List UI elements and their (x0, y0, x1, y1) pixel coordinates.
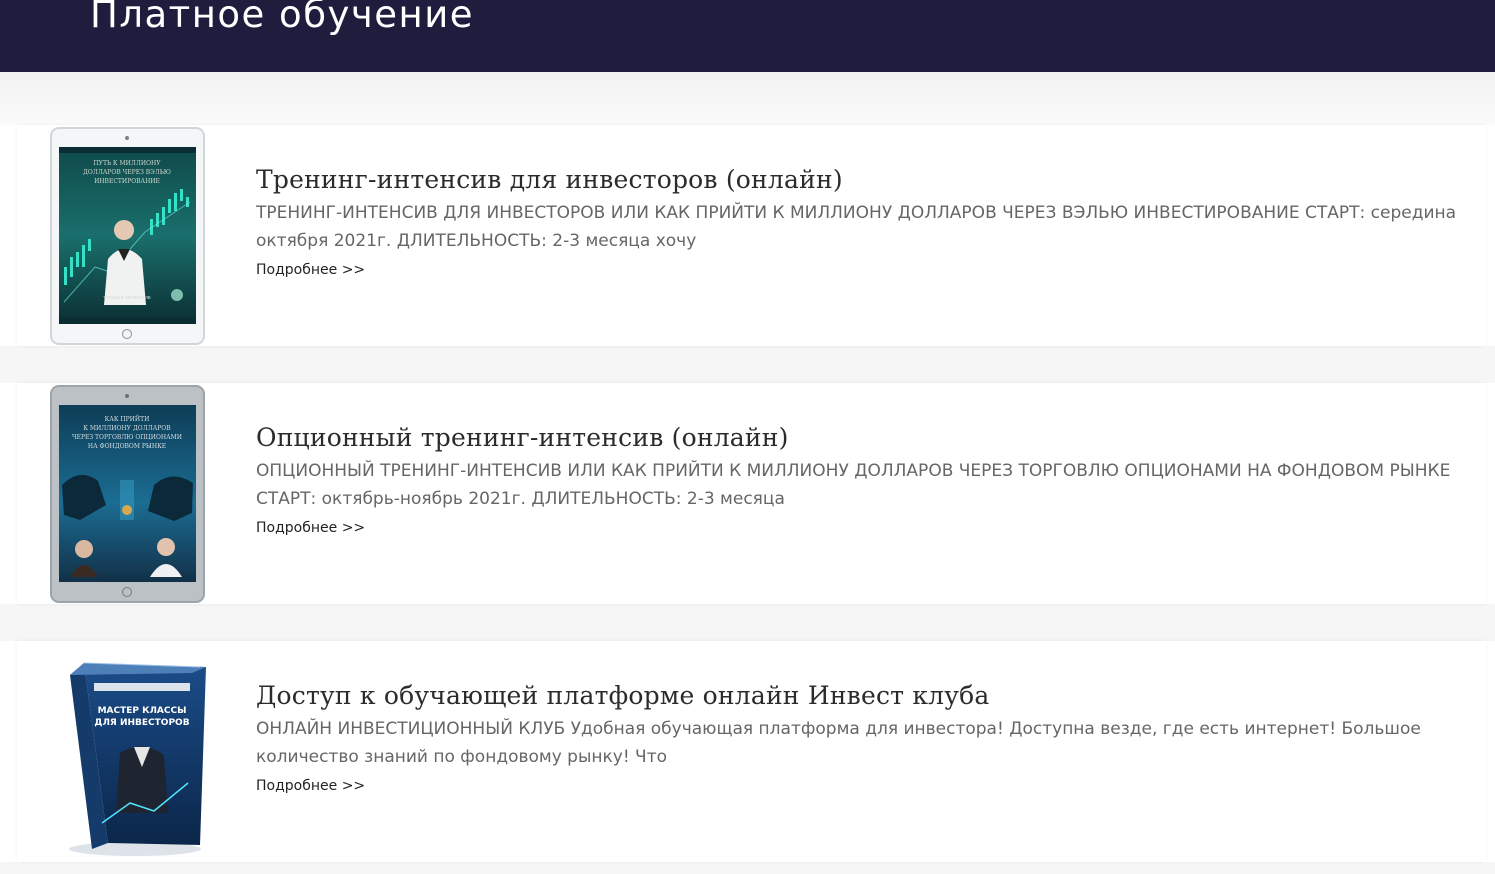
product-box-icon[interactable]: МАСТЕР КЛАССЫ ДЛЯ ИНВЕСТОРОВ (50, 643, 206, 861)
card-gap (0, 346, 1495, 383)
course-title[interactable]: Тренинг-интенсив для инвесторов (онлайн) (256, 165, 843, 194)
svg-text:ИНВЕСТИРОВАНИЕ: ИНВЕСТИРОВАНИЕ (94, 178, 160, 185)
page-header: Платное обучение (0, 0, 1495, 72)
svg-text:ДЛЯ ИНВЕСТОРОВ: ДЛЯ ИНВЕСТОРОВ (94, 718, 189, 728)
course-title[interactable]: Доступ к обучающей платформе онлайн Инве… (256, 681, 990, 710)
course-title[interactable]: Опционный тренинг-интенсив (онлайн) (256, 423, 789, 452)
page-title: Платное обучение (90, 0, 475, 36)
header-spacer (0, 72, 1495, 125)
course-card: МАСТЕР КЛАССЫ ДЛЯ ИНВЕСТОРОВ Доступ к об… (17, 641, 1486, 862)
svg-text:ЧЕРЕЗ ТОРГОВЛЮ ОПЦИОНАМИ: ЧЕРЕЗ ТОРГОВЛЮ ОПЦИОНАМИ (72, 434, 182, 441)
tablet-course-cover-icon[interactable]: КАК ПРИЙТИ К МИЛЛИОНУ ДОЛЛАРОВ ЧЕРЕЗ ТОР… (50, 385, 206, 603)
course-card: ПУТЬ К МИЛЛИОНУ ДОЛЛАРОВ ЧЕРЕЗ ВЭЛЬЮ ИНВ… (17, 125, 1486, 346)
tablet-course-cover-icon[interactable]: ПУТЬ К МИЛЛИОНУ ДОЛЛАРОВ ЧЕРЕЗ ВЭЛЬЮ ИНВ… (50, 127, 206, 345)
course-description: ОНЛАЙН ИНВЕСТИЦИОННЫЙ КЛУБ Удобная обуча… (256, 719, 1421, 767)
more-link[interactable]: Подробнее >> (256, 778, 365, 794)
more-link[interactable]: Подробнее >> (256, 262, 365, 278)
course-description: ТРЕНИНГ-ИНТЕНСИВ ДЛЯ ИНВЕСТОРОВ ИЛИ КАК … (256, 203, 1457, 251)
svg-text:НА ФОНДОВОМ РЫНКЕ: НА ФОНДОВОМ РЫНКЕ (88, 443, 166, 450)
svg-text:КАК ПРИЙТИ: КАК ПРИЙТИ (105, 415, 150, 423)
course-description: ОПЦИОННЫЙ ТРЕНИНГ-ИНТЕНСИВ ИЛИ КАК ПРИЙТ… (256, 461, 1451, 509)
svg-text:ПУТЬ К МИЛЛИОНУ: ПУТЬ К МИЛЛИОНУ (93, 160, 161, 167)
card-gap (0, 862, 1495, 874)
svg-text:К МИЛЛИОНУ ДОЛЛАРОВ: К МИЛЛИОНУ ДОЛЛАРОВ (83, 425, 171, 432)
card-gap (0, 604, 1495, 641)
course-card: КАК ПРИЙТИ К МИЛЛИОНУ ДОЛЛАРОВ ЧЕРЕЗ ТОР… (17, 383, 1486, 604)
more-link[interactable]: Подробнее >> (256, 520, 365, 536)
svg-text:ДОЛЛАРОВ ЧЕРЕЗ ВЭЛЬЮ: ДОЛЛАРОВ ЧЕРЕЗ ВЭЛЬЮ (83, 169, 171, 176)
svg-text:МАСТЕР КЛАССЫ: МАСТЕР КЛАССЫ (98, 706, 187, 716)
svg-text:ТРЕНИНГ-ИНТЕНСИВ: ТРЕНИНГ-ИНТЕНСИВ (103, 295, 150, 300)
